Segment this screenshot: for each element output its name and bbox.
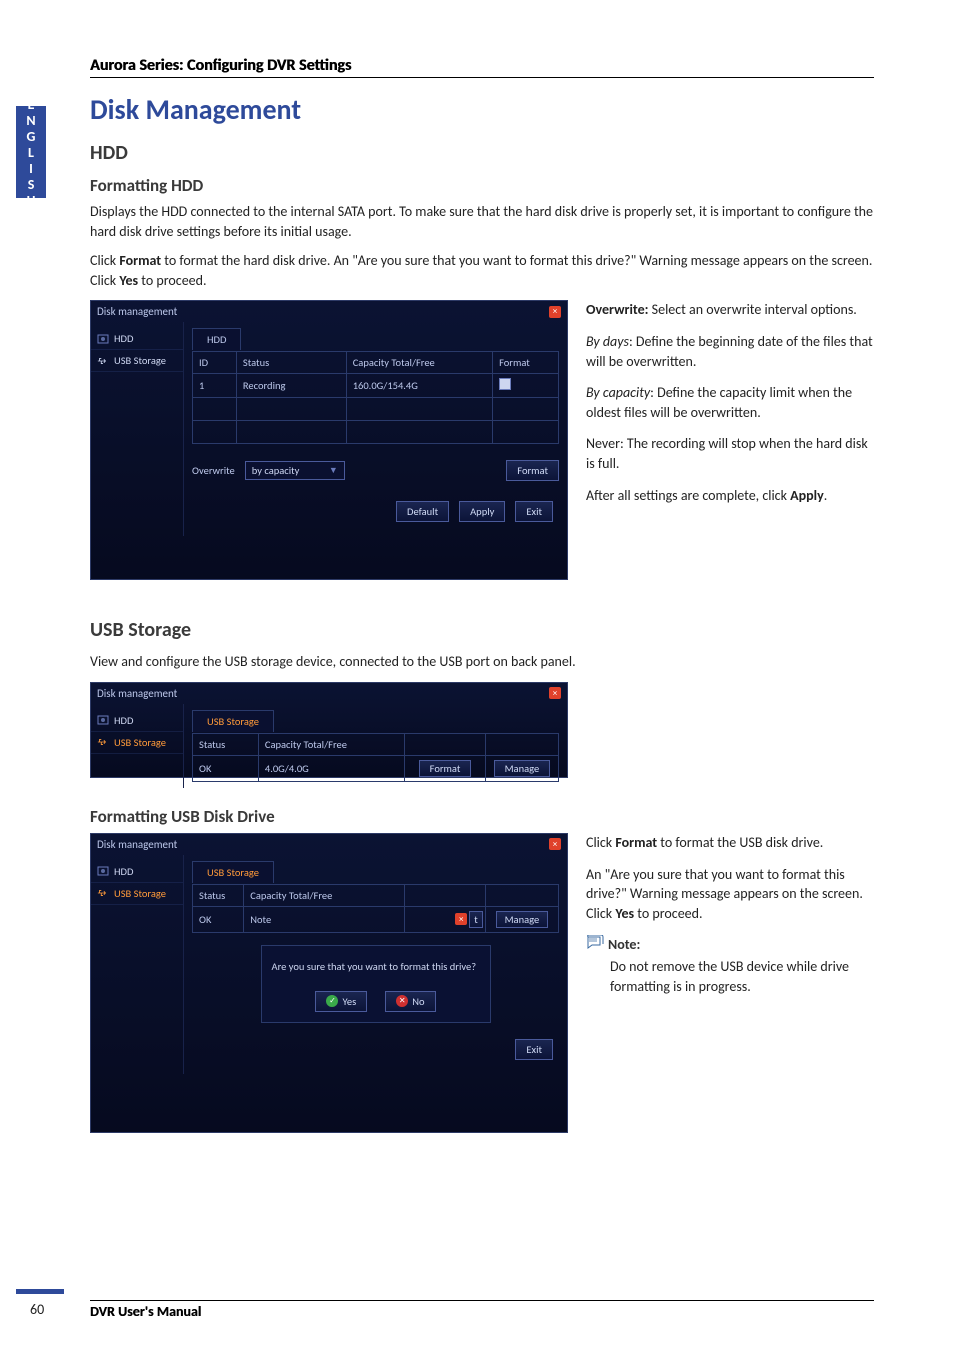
hdd-screenshot: Disk management × HDD USB Stor	[90, 300, 568, 580]
window-title: Disk management	[97, 305, 177, 318]
usb-desc: View and configure the USB storage devic…	[90, 652, 874, 672]
chevron-down-icon: ▼	[329, 465, 338, 476]
close-icon[interactable]: ×	[549, 687, 561, 699]
no-button[interactable]: ✕ No	[385, 991, 435, 1012]
sidebar-item-label: HDD	[114, 865, 133, 878]
close-icon[interactable]: ×	[549, 838, 561, 850]
usb-icon	[97, 736, 109, 748]
usb-fmt-screenshot: Disk management × HDD USB Stor	[90, 833, 568, 1133]
col-capacity: Capacity Total/Free	[244, 884, 405, 906]
language-tab: ENGLISH	[16, 106, 46, 198]
table-row: OK 4.0G/4.0G Format Manage	[193, 755, 559, 781]
table-row: 1 Recording 160.0G/154.4G	[193, 374, 559, 398]
partial-button[interactable]: t	[469, 911, 483, 928]
col-status: Status	[193, 884, 244, 906]
default-button[interactable]: Default	[396, 501, 449, 522]
hdd-table: ID Status Capacity Total/Free Format 1 R…	[192, 351, 559, 444]
page-number: 60	[30, 1301, 44, 1318]
confirm-dialog: Are you sure that you want to format thi…	[261, 945, 491, 1023]
sidebar-item-label: USB Storage	[114, 354, 166, 367]
window-title: Disk management	[97, 838, 177, 851]
exit-button[interactable]: Exit	[515, 1039, 553, 1060]
sidebar-item-label: HDD	[114, 714, 133, 727]
x-icon: ✕	[396, 995, 408, 1007]
usb-icon	[97, 355, 109, 367]
apply-button[interactable]: Apply	[459, 501, 505, 522]
col-capacity: Capacity Total/Free	[258, 733, 404, 755]
sidebar-item-hdd[interactable]: HDD	[91, 861, 183, 883]
dialog-close-icon[interactable]: ×	[455, 913, 467, 925]
dialog-text: Are you sure that you want to format thi…	[266, 950, 486, 991]
page-title: Disk Management	[90, 92, 874, 127]
hdd-p2: Click Format to format the hard disk dri…	[90, 251, 874, 290]
col-capacity: Capacity Total/Free	[346, 352, 492, 374]
col-format: Format	[493, 352, 559, 374]
usb-fmt-heading: Formatting USB Disk Drive	[90, 806, 874, 827]
overwrite-dropdown[interactable]: by capacity ▼	[245, 461, 345, 480]
tab-usb-storage[interactable]: USB Storage	[192, 710, 274, 732]
col-status: Status	[193, 733, 259, 755]
note-heading: Note:	[586, 935, 874, 955]
note-body: Do not remove the USB device while drive…	[610, 957, 874, 996]
yes-button[interactable]: ✓ Yes	[315, 991, 367, 1012]
hdd-icon	[97, 714, 109, 726]
usb-table: Status Capacity Total/Free OK 4.0G/4.0G …	[192, 733, 559, 782]
hdd-sub-heading: Formatting HDD	[90, 175, 874, 196]
sidebar-item-hdd[interactable]: HDD	[91, 328, 183, 350]
usb-screenshot: Disk management × HDD USB Storage	[90, 682, 568, 778]
sidebar-item-label: USB Storage	[114, 736, 166, 749]
usb-fmt-table: Status Capacity Total/Free OK Note	[192, 884, 559, 933]
tab-usb-storage[interactable]: USB Storage	[192, 861, 274, 883]
hdd-icon	[97, 865, 109, 877]
sidebar-item-label: USB Storage	[114, 887, 166, 900]
sidebar-item-usb[interactable]: USB Storage	[91, 350, 183, 372]
manage-button[interactable]: Manage	[496, 911, 549, 928]
manage-button[interactable]: Manage	[494, 760, 551, 777]
overwrite-label: Overwrite	[192, 464, 235, 477]
footer-rule	[90, 1300, 874, 1301]
col-id: ID	[193, 352, 237, 374]
usb-heading: USB Storage	[90, 618, 874, 642]
header-rule	[90, 77, 874, 78]
check-icon: ✓	[326, 995, 338, 1007]
sidebar-item-usb[interactable]: USB Storage	[91, 883, 183, 905]
hdd-p1: Displays the HDD connected to the intern…	[90, 202, 874, 241]
sidebar-item-label: HDD	[114, 332, 133, 345]
note-icon	[586, 935, 604, 955]
close-icon[interactable]: ×	[549, 306, 561, 318]
hdd-heading: HDD	[90, 141, 874, 165]
format-button[interactable]: Format	[419, 760, 472, 777]
col-status: Status	[236, 352, 346, 374]
table-row: OK Note × t	[193, 906, 559, 932]
format-checkbox[interactable]	[499, 378, 511, 390]
hdd-icon	[97, 333, 109, 345]
sidebar-item-usb[interactable]: USB Storage	[91, 732, 183, 754]
format-button[interactable]: Format	[506, 460, 559, 481]
page-header: Aurora Series: Configuring DVR Settings	[90, 56, 874, 75]
footer-text: DVR User's Manual	[90, 1303, 874, 1320]
tab-hdd[interactable]: HDD	[192, 328, 241, 350]
usb-icon	[97, 887, 109, 899]
footer-accent-bar	[16, 1289, 64, 1294]
window-title: Disk management	[97, 687, 177, 700]
exit-button[interactable]: Exit	[515, 501, 553, 522]
sidebar-item-hdd[interactable]: HDD	[91, 710, 183, 732]
